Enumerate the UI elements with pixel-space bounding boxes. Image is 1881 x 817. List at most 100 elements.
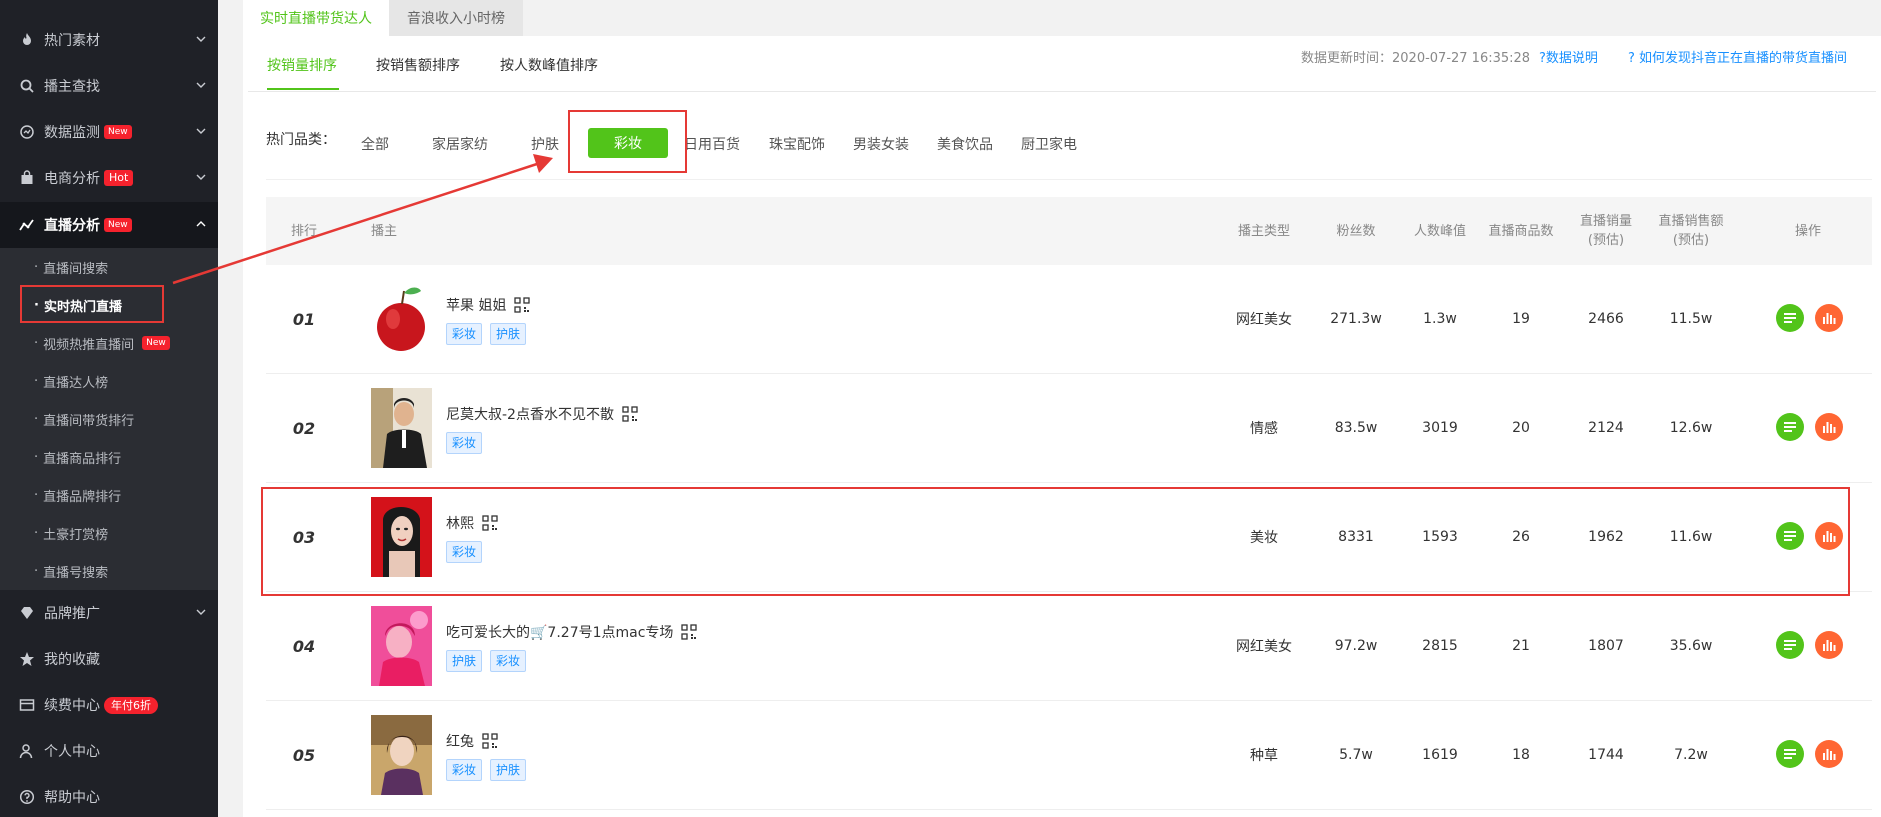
goods-count: 26 — [1512, 529, 1530, 545]
host-name[interactable]: 林熙 — [446, 513, 474, 533]
category-daily-goods[interactable]: 日用百货 — [684, 134, 740, 154]
sales-amount: 11.6w — [1669, 529, 1713, 545]
category-jewelry[interactable]: 珠宝配饰 — [769, 134, 825, 154]
data-note-link[interactable]: ?数据说明 — [1539, 47, 1598, 66]
peak-viewers: 1619 — [1422, 747, 1458, 763]
host-name[interactable]: 苹果 姐姐 — [446, 295, 506, 315]
hot-badge: Hot — [104, 170, 134, 186]
category-tag: 护肤 — [490, 759, 527, 781]
peak-viewers: 1.3w — [1423, 311, 1457, 327]
bar-chart-icon — [1823, 531, 1836, 542]
sort-by-peak[interactable]: 按人数峰值排序 — [500, 55, 598, 79]
stats-button[interactable] — [1815, 304, 1843, 332]
sidebar-item-label: 电商分析 — [44, 171, 100, 187]
host-name[interactable]: 尼莫大叔-2点香水不见不散 — [446, 404, 614, 424]
submenu-live-room-sales-rank[interactable]: 直播间带货排行 — [0, 400, 218, 438]
sidebar-item-help[interactable]: 帮助中心 — [0, 774, 218, 817]
header-amount: 直播销售额 (预估) — [1646, 197, 1736, 265]
sidebar-item-renewal[interactable]: 续费中心 年付6折 — [0, 682, 218, 728]
submenu-live-room-search[interactable]: 直播间搜索 — [0, 248, 218, 286]
fans-count: 97.2w — [1334, 638, 1378, 654]
category-kitchen-appliance[interactable]: 厨卫家电 — [1021, 134, 1077, 154]
stats-button[interactable] — [1815, 413, 1843, 441]
bar-chart-icon — [1823, 422, 1836, 433]
stats-button[interactable] — [1815, 522, 1843, 550]
qr-code-icon[interactable] — [622, 406, 638, 422]
sidebar-item-brand-promo[interactable]: 品牌推广 — [0, 590, 218, 636]
list-icon — [1784, 640, 1796, 650]
category-skincare[interactable]: 护肤 — [531, 134, 559, 154]
submenu-realtime-hot-live[interactable]: 实时热门直播 — [0, 286, 218, 324]
divider — [248, 91, 1876, 92]
host-name[interactable]: 红兔 — [446, 731, 474, 751]
sidebar-item-live-analysis[interactable]: 直播分析 New — [0, 202, 218, 248]
sales-volume: 1744 — [1588, 747, 1624, 763]
category-label: 热门品类： — [266, 132, 336, 148]
qr-code-icon[interactable] — [681, 624, 698, 640]
sidebar-item-label: 数据监测 — [44, 125, 100, 141]
sales-volume: 2466 — [1588, 311, 1624, 327]
detail-list-button[interactable] — [1776, 304, 1804, 332]
detail-list-button[interactable] — [1776, 522, 1804, 550]
fans-count: 8331 — [1338, 529, 1374, 545]
sidebar-item-partial[interactable] — [0, 0, 218, 16]
submenu-video-hot-live-room[interactable]: 视频热推直播间 New — [0, 324, 218, 362]
host-name[interactable]: 吃可爱长大的🛒7.27号1点mac专场 — [446, 622, 673, 642]
stats-button[interactable] — [1815, 740, 1843, 768]
avatar[interactable] — [371, 497, 432, 577]
qr-code-icon[interactable] — [482, 733, 498, 749]
tab-realtime-live-talent[interactable]: 实时直播带货达人 — [243, 0, 389, 36]
qr-code-icon[interactable] — [482, 515, 498, 531]
avatar[interactable] — [371, 279, 432, 359]
category-food-drink[interactable]: 美食饮品 — [937, 134, 993, 154]
data-note-label: 数据说明 — [1545, 51, 1598, 66]
sales-amount: 35.6w — [1669, 638, 1713, 654]
peak-viewers: 1593 — [1422, 529, 1458, 545]
detail-list-button[interactable] — [1776, 413, 1804, 441]
divider — [266, 179, 1872, 180]
submenu-tip-rank[interactable]: 土豪打赏榜 — [0, 514, 218, 552]
qr-code-icon[interactable] — [514, 297, 531, 313]
chevron-down-icon — [196, 36, 206, 42]
sidebar-item-favorites[interactable]: 我的收藏 — [0, 636, 218, 682]
list-icon — [1784, 749, 1796, 759]
sidebar-item-ecommerce[interactable]: 电商分析 Hot — [0, 155, 218, 201]
avatar[interactable] — [371, 606, 432, 686]
stats-button[interactable] — [1815, 631, 1843, 659]
host-type: 美妆 — [1250, 530, 1278, 546]
submenu-live-brand-rank[interactable]: 直播品牌排行 — [0, 476, 218, 514]
sidebar-item-profile[interactable]: 个人中心 — [0, 728, 218, 774]
header-type: 播主类型 — [1237, 223, 1290, 239]
sidebar-item-data-monitor[interactable]: 数据监测 New — [0, 109, 218, 155]
goods-count: 21 — [1512, 638, 1530, 654]
tag-list: 护肤 彩妆 — [446, 650, 534, 672]
detail-list-button[interactable] — [1776, 740, 1804, 768]
category-makeup[interactable]: 彩妆 — [588, 128, 668, 158]
tag-list: 彩妆 护肤 — [446, 759, 534, 781]
submenu-live-goods-rank[interactable]: 直播商品排行 — [0, 438, 218, 476]
sidebar-item-host-search[interactable]: 播主查找 — [0, 63, 218, 109]
category-clothing[interactable]: 男装女装 — [853, 134, 909, 154]
list-icon — [1784, 422, 1796, 432]
category-all[interactable]: 全部 — [361, 134, 389, 154]
avatar[interactable] — [371, 715, 432, 795]
category-home-textile[interactable]: 家居家纺 — [432, 134, 488, 154]
sidebar-item-label: 热门素材 — [44, 33, 100, 49]
rank-number: 05 — [292, 745, 316, 765]
submenu-live-account-search[interactable]: 直播号搜索 — [0, 552, 218, 590]
goods-count: 19 — [1512, 311, 1530, 327]
avatar[interactable] — [371, 388, 432, 468]
header-amount-line1: 直播销售额 — [1658, 214, 1724, 229]
sidebar-item-hot-material[interactable]: 热门素材 — [0, 17, 218, 63]
shopping-bag-icon — [18, 169, 36, 187]
goods-count: 20 — [1512, 420, 1530, 436]
detail-list-button[interactable] — [1776, 631, 1804, 659]
submenu-live-talent-rank[interactable]: 直播达人榜 — [0, 362, 218, 400]
how-to-find-link[interactable]: ? 如何发现抖音正在直播的带货直播间 — [1628, 47, 1847, 66]
sort-by-sales[interactable]: 按销量排序 — [267, 55, 337, 79]
category-tag: 彩妆 — [446, 323, 483, 345]
tag-list: 彩妆 — [446, 432, 490, 454]
tab-sound-wave-hourly[interactable]: 音浪收入小时榜 — [389, 0, 523, 36]
header-host: 播主 — [371, 223, 398, 239]
sort-by-amount[interactable]: 按销售额排序 — [376, 55, 460, 79]
